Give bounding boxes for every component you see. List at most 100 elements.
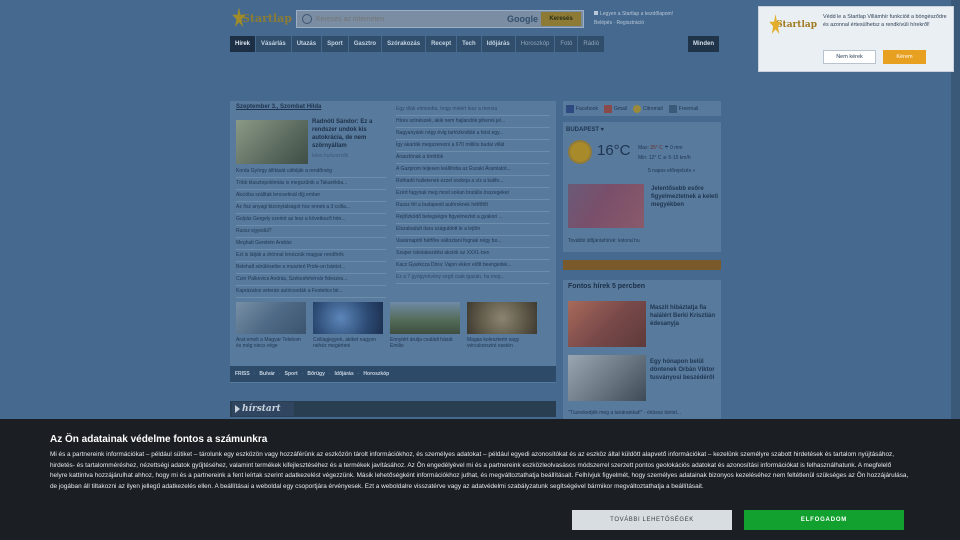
five-min-item-1[interactable]: Maszit hibáztatja fia halálért Berki Kri… [650, 304, 720, 328]
news-link[interactable]: Szuper iskolakezdési akciók az XXXL-ben [396, 248, 550, 260]
nameday-text[interactable]: Hilda [307, 104, 322, 110]
news-link[interactable]: A Gazprom teljesen leállította az Északi… [396, 164, 550, 176]
thumb-caption[interactable]: Csillagjegyek, akiket nagyon nehéz megér… [313, 337, 383, 349]
weather-temp: 16°C [597, 142, 631, 159]
set-homepage-link[interactable]: Legyen a Startlap a kezdőlapom! [600, 11, 673, 17]
nav-utazas[interactable]: Utazás [291, 36, 322, 52]
accept-button[interactable]: ELFOGADOM [744, 510, 904, 530]
nav-recept[interactable]: Recept [426, 36, 457, 52]
nav-vasarlas[interactable]: Vásárlás [256, 36, 291, 52]
news-link[interactable]: Ez a 7 gyógynövény segít csak igazán, ha… [396, 272, 550, 284]
five-min-image-2[interactable] [568, 355, 646, 401]
hirstart-logo[interactable]: hírstart [232, 402, 294, 416]
tab-separator: · [357, 371, 360, 377]
nav-idojaras[interactable]: Időjárás [481, 36, 515, 52]
news-link[interactable]: Több klasztepolémiás is megszűnik a Taka… [236, 178, 386, 190]
tab-separator: · [278, 371, 281, 377]
nav-hirek[interactable]: Hírek [230, 36, 256, 52]
news-link[interactable]: Vasárnaptól hétfőre változtani fognak né… [396, 236, 550, 248]
thumb-image[interactable] [467, 302, 537, 334]
tab-borugy[interactable]: Bőrügy [307, 371, 325, 377]
news-link[interactable]: Akcióba szálltak lencsetinál díjj ember [236, 190, 386, 202]
checkbox-icon[interactable] [594, 11, 598, 15]
five-min-image-1[interactable] [568, 301, 646, 347]
featured-image[interactable] [236, 120, 308, 164]
ad-strip[interactable] [563, 260, 721, 270]
popup-logo: Startlap [769, 12, 817, 38]
nav-radio[interactable]: Rádió [578, 36, 605, 52]
citromail-label: Citromail [643, 105, 663, 112]
popup-decline-button[interactable]: Nem kérek [823, 50, 876, 64]
news-link[interactable]: Ezért fagynak meg most sokan brutális ös… [396, 188, 550, 200]
news-link[interactable]: Meghalt Gerebén András [236, 238, 386, 250]
news-link[interactable]: Czer Palkovics András, Székesfehérvár fi… [236, 274, 386, 286]
five-min-item-2[interactable]: Egy hónapon belül döntenek Orbán Viktor … [650, 358, 720, 382]
weather-news-title[interactable]: Jelentősebb esőre figyelmeztetnek a kele… [651, 185, 719, 209]
popup-accept-button[interactable]: Kérem [883, 50, 926, 64]
thumb-image[interactable] [313, 302, 383, 334]
facebook-link[interactable]: Facebook [566, 104, 598, 113]
search-button[interactable]: Keresés [541, 12, 581, 26]
thumb-caption[interactable]: Magas koleszterin vagy vércukorszint ese… [467, 337, 537, 349]
news-link[interactable]: Árasztónak a töröttök [396, 152, 550, 164]
more-weather-link[interactable]: További időjáráshírek: koloral.hu [568, 238, 640, 244]
thumb-caption[interactable]: Ennyiért árulja családi házát Emilio [390, 337, 460, 349]
tab-horoszkop[interactable]: Horoszkóp [363, 371, 389, 377]
nav-foto[interactable]: Fotó [555, 36, 578, 52]
news-link[interactable]: Nagyanyánk négy évig tartózkodták a hóst… [396, 128, 550, 140]
thumb-card[interactable]: Magas koleszterin vagy vércukorszint ese… [467, 302, 537, 349]
news-link[interactable]: Ezt is látják a drónnal lenézzük magyar … [236, 250, 386, 262]
tab-friss[interactable]: FRISS [235, 371, 250, 377]
news-link[interactable]: Korda György állítását cáfolják a rendőr… [236, 166, 386, 178]
thumb-card[interactable]: Arat emelt a Magyar Telekom és még nincs… [236, 302, 306, 349]
featured-title[interactable]: Radnóti Sándor: Ez a rendszer undok kis … [312, 118, 386, 150]
forecast-link[interactable]: 5 napos előrejelzés » [648, 168, 695, 174]
gmail-link[interactable]: Gmail [603, 104, 627, 113]
login-link[interactable]: Belépés [594, 20, 612, 26]
facebook-icon [566, 104, 574, 113]
nav-szorakozas[interactable]: Szórakozás [382, 36, 426, 52]
thumb-image[interactable] [390, 302, 460, 334]
thumb-card[interactable]: Ennyiért árulja családi házát Emilio [390, 302, 460, 349]
max-label: Max: [638, 145, 649, 151]
news-link[interactable]: Kacz Gyarkcza Dóra: Vajon ekkor előtt be… [396, 260, 550, 272]
news-link[interactable]: Híres színészek, akik nem hajlandók pihe… [396, 116, 550, 128]
thumb-image[interactable] [236, 302, 306, 334]
news-link[interactable]: Az ősz anyagi bizonytalságot hoz ennek a… [236, 202, 386, 214]
startlap-logo[interactable]: Startlap [232, 5, 292, 31]
nav-minden-button[interactable]: Minden [688, 36, 719, 52]
featured-source: telex.hu/szerzők [312, 153, 349, 159]
tab-idojaras[interactable]: Időjárás [335, 371, 354, 377]
nav-tech[interactable]: Tech [457, 36, 481, 52]
news-link[interactable]: Russz fél a budapesti autóroknek hétfőtő… [396, 200, 550, 212]
news-link[interactable]: Kaprázatos veterán autócsodák a Festetic… [236, 286, 386, 298]
news-link[interactable]: Rejtőzködő betegségre figyelmeztet a gya… [396, 212, 550, 224]
news-link[interactable]: Belehalt sérüléseibe a muszterl Pride-on… [236, 262, 386, 274]
nav-gasztro[interactable]: Gasztro [348, 36, 382, 52]
news-link[interactable]: Így akarták megszerezni a 670 milliós bu… [396, 140, 550, 152]
five-min-quote[interactable]: "Tüzeskedjék meg a tanárainkat!" - óriás… [568, 410, 720, 416]
nav-sport[interactable]: Sport [322, 36, 348, 52]
more-options-button[interactable]: TOVÁBBI LEHETŐSÉGEK [572, 510, 732, 530]
news-link[interactable]: Rothadó halletenek ezzel sodorja a víz a… [396, 176, 550, 188]
social-bar: Facebook Gmail Citromail Freemail [563, 101, 721, 116]
citromail-link[interactable]: Citromail [633, 104, 663, 113]
news-link[interactable]: Gulyás Gergely szerint az lesz a követke… [236, 214, 386, 226]
search-input[interactable] [312, 15, 507, 23]
nav-horoszkop[interactable]: Horoszkóp [515, 36, 555, 52]
news-link[interactable]: Elszabadult daru száguldott le a lejtőn [396, 224, 550, 236]
register-link[interactable]: Regisztráció [617, 20, 645, 26]
news-link[interactable]: Egy díák elmondta, hogy miéért lesz a me… [396, 104, 550, 116]
cookie-title: Az Ön adatainak védelme fontos a számunk… [50, 434, 268, 445]
weather-news-image[interactable] [568, 184, 644, 228]
thumb-caption[interactable]: Arat emelt a Magyar Telekom és még nincs… [236, 337, 306, 349]
news-link[interactable]: Russz egyedül? [236, 226, 386, 238]
gmail-icon [603, 104, 612, 113]
citromail-icon [633, 104, 642, 113]
weather-city[interactable]: BUDAPEST ▾ [566, 126, 604, 133]
tab-bulvar[interactable]: Bulvár [259, 371, 275, 377]
news-tabs: FRISS · Bulvár · Sport · Bőrügy · Időjárás · … [230, 366, 556, 382]
freemail-link[interactable]: Freemail [668, 104, 698, 113]
tab-sport[interactable]: Sport [285, 371, 298, 377]
thumb-card[interactable]: Csillagjegyek, akiket nagyon nehéz megér… [313, 302, 383, 349]
